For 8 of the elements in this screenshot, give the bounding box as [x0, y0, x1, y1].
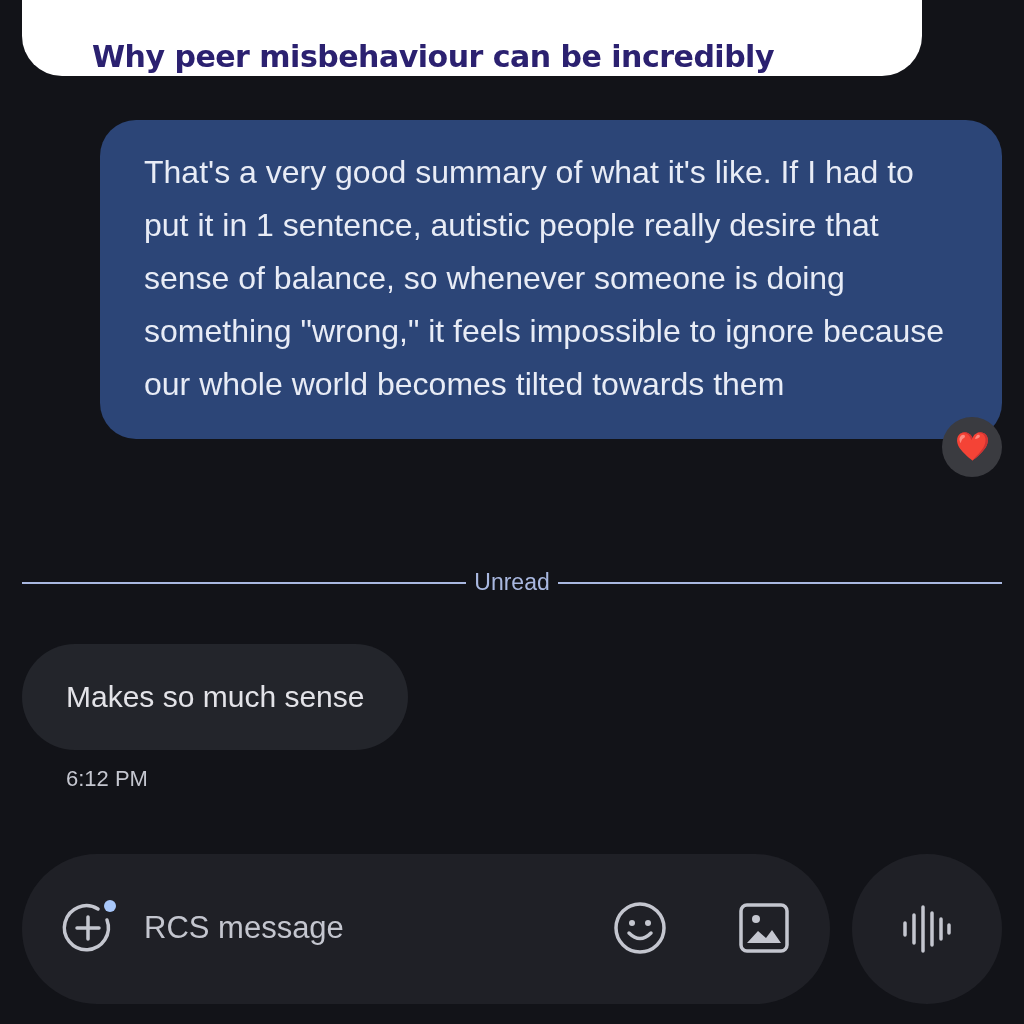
- image-icon[interactable]: [736, 900, 792, 956]
- link-preview-title: Why peer misbehaviour can be incredibly: [92, 42, 774, 76]
- message-time: 6:12 PM: [66, 766, 149, 792]
- link-preview-card[interactable]: Why peer misbehaviour can be incredibly: [22, 0, 922, 76]
- received-message-bubble: Makes so much sense: [22, 644, 409, 750]
- unread-divider-label: Unread: [474, 569, 550, 596]
- message-field[interactable]: RCS message: [144, 900, 544, 956]
- emoji-icon[interactable]: [612, 900, 668, 956]
